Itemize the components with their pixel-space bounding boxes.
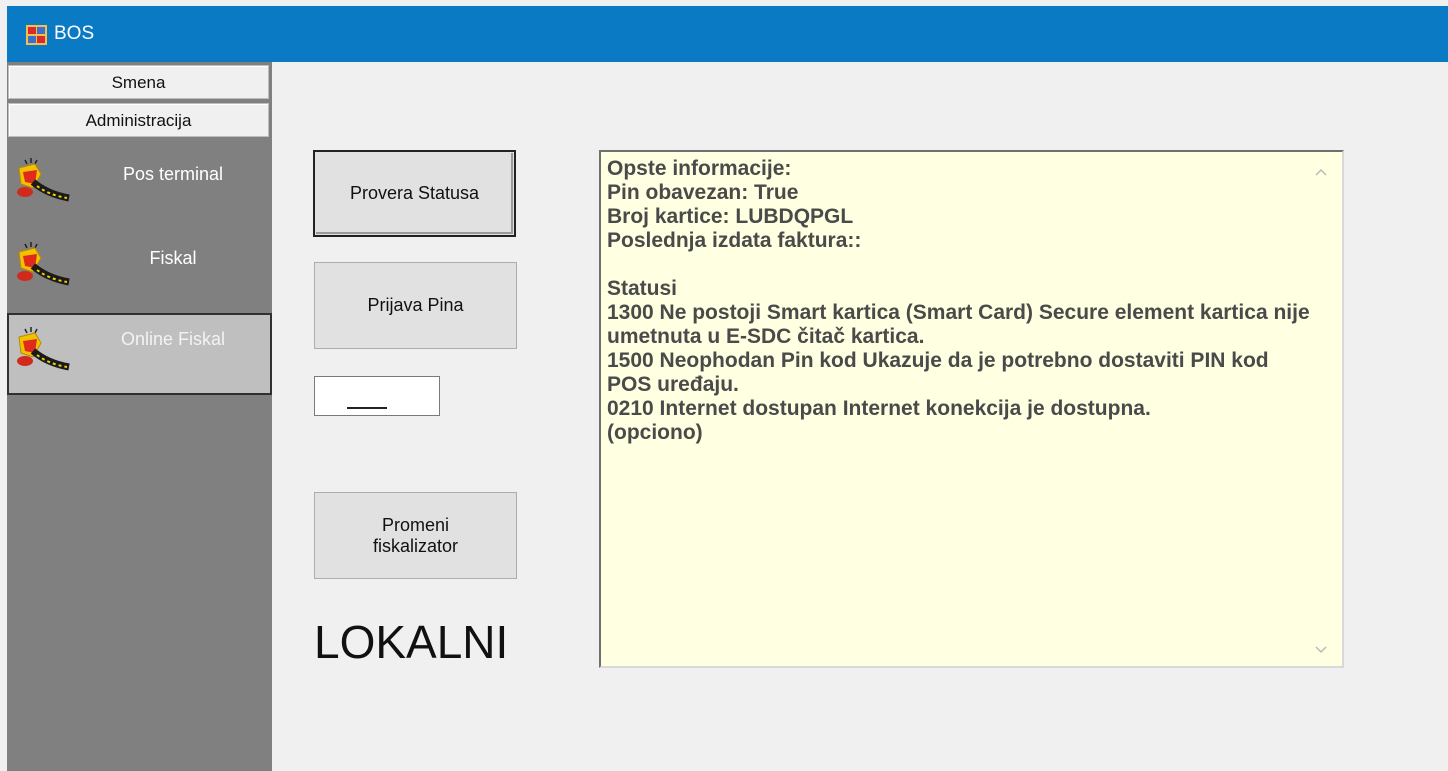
firecracker-icon <box>17 242 70 286</box>
pin-login-button[interactable]: Prijava Pina <box>314 262 517 349</box>
pin-input[interactable] <box>314 376 440 416</box>
firecracker-icon <box>17 327 70 371</box>
change-fiscalizer-button[interactable]: Promeni fiskalizator <box>314 492 517 579</box>
tab-smena[interactable]: Smena <box>8 65 269 99</box>
sidebar-item-label: Fiskal <box>149 248 197 268</box>
window-title: BOS <box>54 23 95 44</box>
scroll-up-icon[interactable] <box>1314 166 1328 180</box>
title-bar: BOS <box>7 6 1448 62</box>
sidebar-item-label: Online Fiskal <box>120 329 226 349</box>
sidebar: Smena Administracija Pos terminal Fiskal <box>7 62 272 771</box>
info-textbox[interactable]: Opste informacije: Pin obavezan: True Br… <box>599 150 1344 668</box>
firecracker-icon <box>17 158 70 202</box>
info-text: Opste informacije: Pin obavezan: True Br… <box>607 157 1310 444</box>
sidebar-item-label: Pos terminal <box>122 164 224 184</box>
check-status-button[interactable]: Provera Statusa <box>313 150 516 237</box>
tab-administracija[interactable]: Administracija <box>8 103 269 137</box>
pin-input-cursor <box>347 407 387 409</box>
app-window-icon[interactable] <box>26 25 47 45</box>
mode-label: LOKALNI <box>314 616 509 668</box>
sidebar-item-online-fiskal[interactable]: Online Fiskal <box>7 313 272 395</box>
scroll-down-icon[interactable] <box>1314 642 1328 656</box>
sidebar-item-pos-terminal[interactable]: Pos terminal <box>7 144 272 226</box>
sidebar-item-fiskal[interactable]: Fiskal <box>7 228 272 310</box>
